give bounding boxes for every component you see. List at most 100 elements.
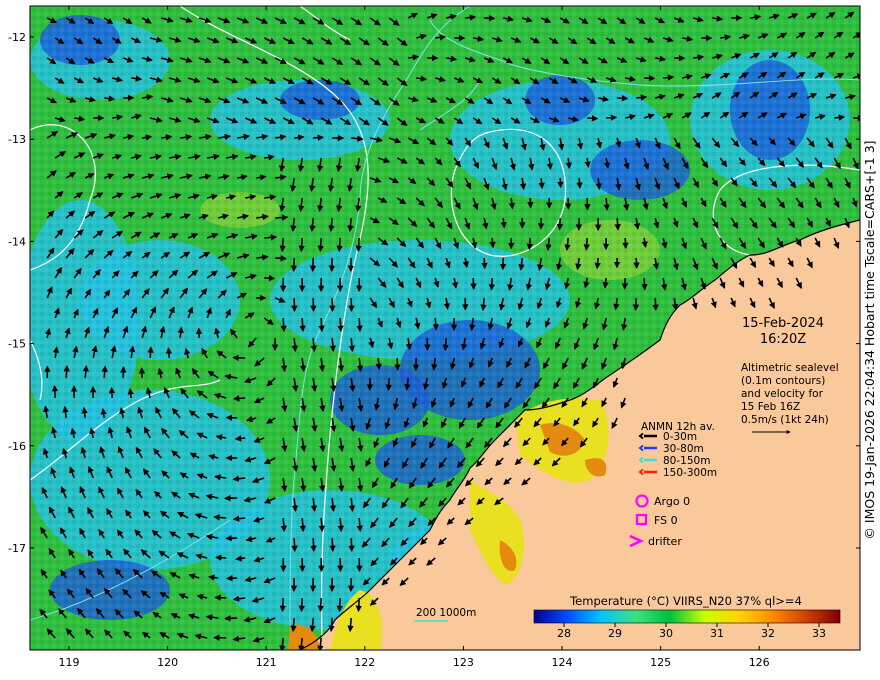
velocity-arrow: [347, 617, 354, 633]
velocity-arrow: [232, 395, 246, 402]
velocity-arrow: [641, 277, 648, 291]
velocity-arrow: [621, 277, 629, 290]
velocity-arrow: [632, 297, 640, 311]
colorbar-tick-label: 30: [659, 627, 673, 640]
velocity-arrow: [526, 237, 533, 251]
x-tick-label: 120: [157, 656, 178, 669]
velocity-arrow: [864, 12, 872, 18]
velocity-arrow: [214, 594, 227, 601]
velocity-arrow: [556, 217, 564, 231]
velocity-arrow: [309, 257, 317, 273]
velocity-arrow: [294, 134, 305, 141]
velocity-arrow: [565, 157, 572, 170]
velocity-arrow: [576, 177, 583, 189]
x-tick-label: 123: [453, 656, 474, 669]
argo-label: Argo 0: [654, 495, 690, 508]
date-label: 15-Feb-2024: [742, 316, 824, 331]
colorbar-tick-label: 29: [608, 627, 622, 640]
x-tick-label: 119: [59, 656, 80, 669]
velocity-arrow: [538, 177, 545, 190]
velocity-arrow: [394, 357, 401, 371]
velocity-arrow: [527, 197, 534, 209]
velocity-arrow: [318, 517, 325, 533]
description-line: Altimetric sealevel: [741, 362, 839, 374]
velocity-arrow: [594, 257, 601, 270]
depth-legend: 200 1000m: [414, 607, 476, 622]
ocean-temperature-map: 119 120 121 122 123 124 125 126 -12 -13 -14 -15 -16…: [8, 5, 872, 669]
velocity-arrow: [470, 277, 477, 290]
velocity-arrow: [51, 384, 59, 399]
velocity-arrow: [213, 634, 227, 641]
velocity-arrow: [442, 337, 449, 352]
y-tick-label: -14: [8, 235, 26, 248]
velocity-arrow: [595, 177, 602, 190]
velocity-arrow: [279, 597, 286, 613]
time-label: 16:20Z: [760, 332, 806, 347]
anmn-legend-label: 150-300m: [663, 467, 717, 479]
velocity-arrow: [225, 414, 238, 421]
velocity-arrow: [329, 537, 336, 553]
colorbar-title: Temperature (°C) VIIRS_N20 37% ql>=4: [569, 594, 802, 608]
anmn-legend-label: 30-80m: [663, 443, 704, 455]
fs-label: FS 0: [654, 514, 678, 527]
velocity-arrow: [290, 257, 298, 273]
velocity-arrow: [347, 257, 355, 273]
velocity-arrow: [557, 177, 564, 189]
anmn-legend-label: 0-30m: [663, 431, 697, 443]
velocity-arrow: [264, 234, 278, 241]
velocity-arrow: [177, 326, 184, 339]
y-tick-label: -16: [8, 440, 26, 453]
x-tick-label: 125: [650, 656, 671, 669]
velocity-arrow: [224, 615, 238, 622]
velocity-arrow: [310, 537, 317, 553]
velocity-arrow: [432, 317, 439, 331]
velocity-arrow: [356, 517, 363, 533]
drifter-label: drifter: [648, 535, 682, 548]
description-line: 0.5m/s (1kt 24h): [741, 414, 829, 426]
velocity-arrow: [318, 317, 325, 333]
colorbar-tick-label: 28: [557, 627, 571, 640]
anmn-legend-label: 80-150m: [663, 455, 710, 467]
velocity-arrow: [310, 337, 318, 353]
velocity-arrow: [299, 517, 306, 533]
velocity-arrow: [317, 237, 324, 253]
velocity-arrow: [234, 435, 246, 442]
colorbar-tick-label: 31: [710, 627, 724, 640]
velocity-arrow: [290, 617, 297, 633]
velocity-arrow: [298, 597, 305, 613]
velocity-arrow: [385, 377, 392, 392]
velocity-arrow: [108, 386, 116, 399]
velocity-arrow: [101, 365, 108, 379]
velocity-arrow: [337, 317, 344, 333]
colorbar-ramp: [533, 609, 841, 624]
velocity-arrow: [355, 597, 362, 613]
velocity-arrow: [366, 377, 374, 391]
velocity-arrow: [465, 14, 477, 21]
velocity-arrow: [337, 517, 344, 533]
velocity-arrow: [375, 357, 382, 371]
velocity-arrow: [500, 217, 507, 229]
velocity-arrow: [329, 337, 337, 353]
velocity-arrow: [614, 217, 621, 231]
velocity-arrow: [291, 337, 299, 353]
velocity-arrow: [235, 555, 246, 562]
velocity-arrow: [481, 257, 488, 270]
velocity-arrow: [317, 597, 324, 613]
velocity-arrow: [663, 74, 675, 81]
velocity-arrow: [336, 597, 343, 613]
description-line: 15 Feb 16Z: [741, 401, 800, 413]
velocity-arrow: [328, 257, 336, 273]
velocity-arrow: [636, 94, 648, 101]
velocity-arrow: [584, 157, 591, 169]
velocity-arrow: [299, 317, 306, 333]
credit-text: © IMOS 19-Jan-2026 22:04:34 Hobart time …: [862, 140, 877, 540]
velocity-arrow: [488, 277, 496, 291]
y-tick-label: -17: [8, 542, 26, 555]
colorbar-tick-label: 33: [812, 627, 826, 640]
velocity-arrow: [280, 317, 287, 333]
velocity-arrow: [275, 255, 287, 262]
velocity-arrow: [213, 514, 227, 521]
velocity-arrow: [147, 346, 154, 359]
x-tick-label: 124: [552, 656, 573, 669]
velocity-arrow: [603, 197, 610, 211]
